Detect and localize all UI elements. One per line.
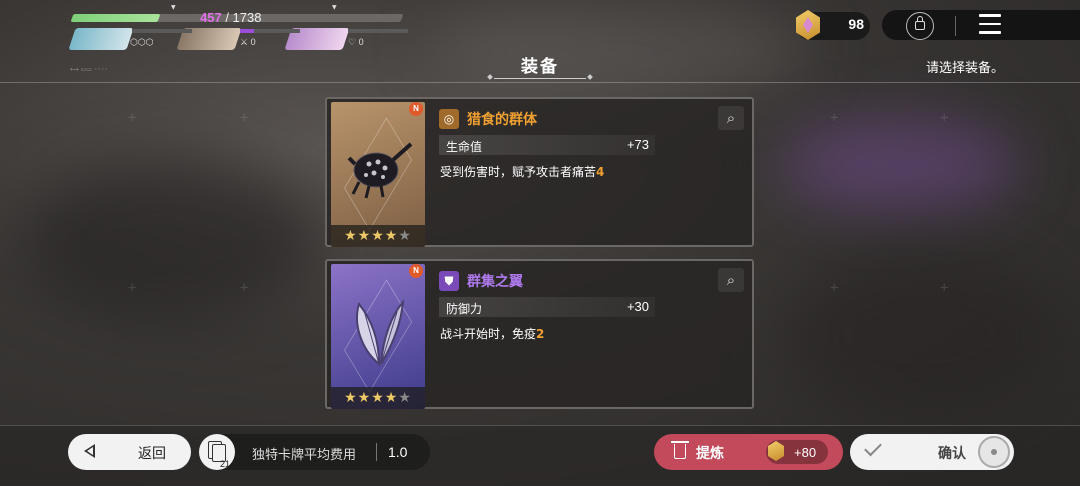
party-member-2-bar-fill [240,29,254,33]
equipment-card[interactable]: ★★★★★ N ⛊ 群集之翼 ⌕ 防御力 +30 战斗开始时，免疫2 [325,259,754,409]
party-member-2-stat-value: 0 [250,37,256,47]
party-member-2-stat: ⚔ 0 [240,37,256,48]
grid-marker: + [128,110,137,126]
party-member-3-bar [348,29,408,33]
refine-button-label: 提炼 [696,446,724,462]
grid-marker: + [128,280,137,296]
stars-empty: ★ [398,228,412,244]
stat-name: 生命值 [446,140,483,154]
equipment-description: 战斗开始时，免疫2 [440,325,544,342]
stat-row: 防御力 +30 [439,297,655,317]
header-divider [0,82,1080,83]
party-member-1-bar [132,29,192,33]
grid-marker: + [830,110,839,126]
stars-filled: ★★★★ [344,228,399,244]
trash-icon-lid [671,441,689,443]
stars-empty: ★ [398,390,412,406]
background-glow [780,120,1020,210]
deck-cost-label: 独特卡牌平均费用 [252,448,357,463]
divider [376,443,377,461]
deck-count: 21 [220,459,231,469]
grid-marker: + [940,280,949,296]
sword-icon: ⚔ [240,37,251,47]
ring-icon: ◎ [439,109,459,129]
background-shadow [780,250,1060,420]
page-title: 装备 [521,57,559,77]
refine-reward-value: +80 [794,445,817,460]
star-rating: ★★★★★ [331,225,425,247]
heart-icon: ♡ [348,37,359,47]
search-icon[interactable]: ⌕ [718,106,744,130]
currency-value: 98 [848,16,864,32]
background-shadow [20,160,320,320]
grid-marker: + [940,110,949,126]
instruction-text: 请选择装备。 [925,61,1004,76]
deck-cost-value: 1.0 [388,444,408,460]
equipment-name: 群集之翼 [467,274,523,290]
menu-icon[interactable] [979,14,1001,36]
confirm-button-label: 确认 [938,446,966,462]
description-value: 4 [596,165,605,179]
equipment-description: 受到伤害时，赋予攻击者痛苦4 [440,163,604,180]
rarity-badge: N [409,102,423,116]
armor-icon: ⛊ [439,271,459,291]
party-member-2-bar [240,29,300,33]
hp-current: 457 [200,10,222,25]
back-button-label: 返回 [138,446,166,462]
stars-filled: ★★★★ [344,390,399,406]
equipment-artwork: ★★★★★ [331,102,425,247]
trash-icon [674,444,686,459]
back-arrow-icon-inner [87,447,93,455]
party-member-3-stat-value: 0 [358,37,364,47]
title-decoration [494,78,586,82]
small-status-text: ⟷ ▭▭ ◦◦◦◦ [70,66,108,73]
stat-value: +30 [626,299,649,314]
party-hp-fill [70,14,161,22]
grid-marker: + [240,110,249,126]
grid-marker: + [830,280,839,296]
divider [955,16,956,36]
stat-value: +73 [626,137,649,152]
party-member-1-portrait[interactable] [68,28,134,50]
party-member-3-stat: ♡ 0 [348,37,364,48]
hp-marker: ▼ [171,4,176,11]
star-rating: ★★★★★ [331,387,425,409]
description-text: 受到伤害时，赋予攻击者痛苦 [440,165,597,179]
hp-max: / 1738 [225,10,262,25]
description-text: 战斗开始时，免疫 [440,327,537,341]
grid-marker: + [240,280,249,296]
equipment-artwork: ★★★★★ [331,264,425,409]
lock-icon-body [915,21,925,30]
confirm-knob-dot [991,449,997,455]
hp-marker: ▼ [332,4,337,11]
stat-name: 防御力 [446,302,483,316]
stat-row: 生命值 +73 [439,135,655,155]
party-hp-text: 457 / 1738 [200,10,261,25]
description-value: 2 [536,327,545,341]
background-glow [430,0,810,100]
equipment-name: 猎食的群体 [467,112,537,128]
equipment-card[interactable]: ★★★★★ N ◎ 猎食的群体 ⌕ 生命值 +73 受到伤害时，赋予攻击者痛苦4 [325,97,754,247]
rarity-badge: N [409,264,423,278]
party-member-1-stat: ⬡⬡⬡ [130,37,154,47]
search-icon[interactable]: ⌕ [718,268,744,292]
